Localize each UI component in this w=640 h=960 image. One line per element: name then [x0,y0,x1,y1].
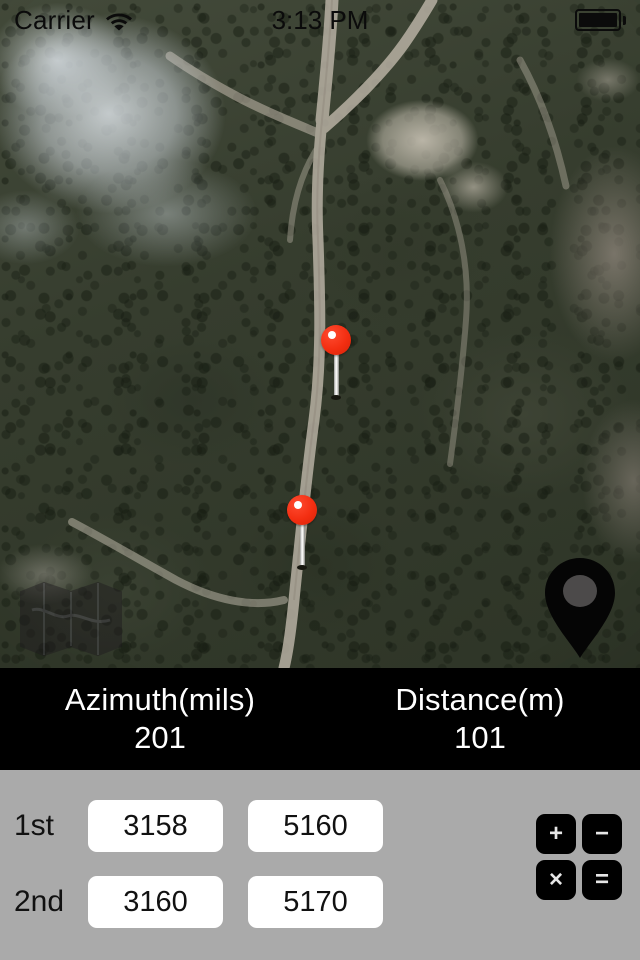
map-view[interactable] [0,0,640,668]
wifi-icon [105,13,132,31]
row-label-first: 1st [14,809,55,842]
pin-head [321,325,351,355]
pin-highlight [328,331,336,339]
first-northing-input[interactable] [248,800,383,852]
pin-highlight [294,501,302,509]
distance-value: 101 [454,720,506,755]
calc-plus-icon[interactable]: + [536,814,576,854]
second-easting-input[interactable] [88,876,223,928]
calc-minus-icon[interactable]: − [582,814,622,854]
row-label-second: 2nd [14,885,65,918]
map-pin-1[interactable] [321,325,351,405]
battery-full-icon [575,9,626,31]
battery-fill [579,13,617,27]
carrier-label: Carrier [14,4,95,35]
folded-map-icon[interactable] [18,580,124,658]
calc-equals-icon[interactable]: = [582,860,622,900]
map-pin-2[interactable] [287,495,317,575]
pin-tip [331,395,341,400]
first-easting-input[interactable] [88,800,223,852]
distance-readout: Distance(m) 101 [320,668,640,770]
status-bar: Carrier 3:13 PM [0,0,640,40]
coordinate-row-second: 2nd [0,876,500,928]
pin-tip [297,565,307,570]
azimuth-value: 201 [134,720,186,755]
distance-label: Distance(m) [395,682,565,717]
calculator-button[interactable]: + − × = [536,814,622,900]
app-root: Carrier 3:13 PM Azimuth(mils) 201 Distan… [0,0,640,960]
pin-head [287,495,317,525]
calc-multiply-icon[interactable]: × [536,860,576,900]
second-northing-input[interactable] [248,876,383,928]
battery-cap [623,15,626,25]
input-panel: 1st 2nd + − × = [0,770,640,960]
azimuth-readout: Azimuth(mils) 201 [0,668,320,770]
status-bar-left: Carrier [14,5,133,36]
azimuth-label: Azimuth(mils) [64,682,256,717]
battery-shell [575,9,621,31]
location-pin-icon[interactable] [542,556,618,660]
readout-panel: Azimuth(mils) 201 Distance(m) 101 [0,668,640,770]
coordinate-row-first: 1st [0,800,500,852]
